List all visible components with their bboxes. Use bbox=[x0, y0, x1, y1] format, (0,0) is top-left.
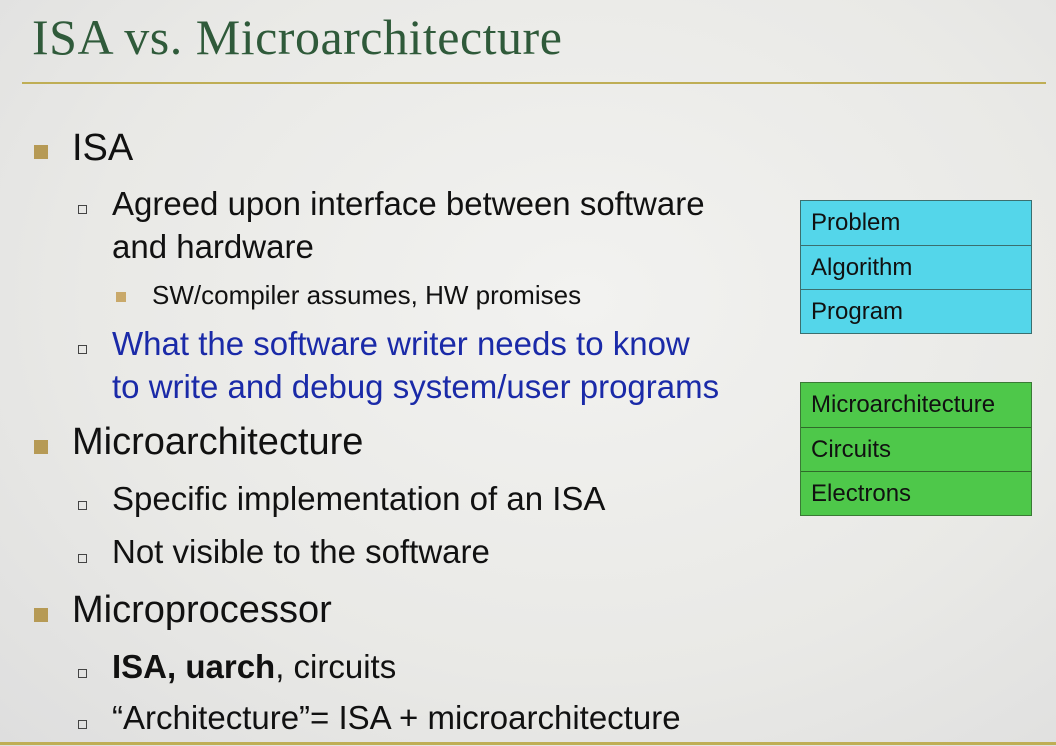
title-divider bbox=[22, 82, 1046, 84]
slide-title: ISA vs. Microarchitecture bbox=[32, 9, 563, 65]
isa-point-2-line-1: What the software writer needs to know bbox=[112, 325, 690, 362]
bullet-hollow-square-icon bbox=[78, 554, 87, 563]
stack-cell-program: Program bbox=[801, 289, 1031, 333]
isa-subpoint-1: SW/compiler assumes, HW promises bbox=[152, 280, 582, 310]
bullet-square-icon bbox=[34, 608, 48, 622]
footer-divider bbox=[0, 742, 1056, 745]
microprocessor-point-1: ISA, uarch, circuits bbox=[112, 648, 396, 686]
bullet-hollow-square-icon bbox=[78, 669, 87, 678]
bullet-hollow-square-icon bbox=[78, 345, 87, 354]
isa-point-1-line-2: and hardware bbox=[112, 228, 314, 265]
bullet-hollow-square-icon bbox=[78, 205, 87, 214]
bullet-square-icon bbox=[34, 145, 48, 159]
bullet-small-square-icon bbox=[116, 292, 126, 302]
abstraction-stack-top: Problem Algorithm Program bbox=[800, 200, 1032, 334]
isa-point-2-line-2: to write and debug system/user programs bbox=[112, 368, 720, 405]
heading-microprocessor: Microprocessor bbox=[72, 589, 332, 631]
microarch-point-1: Specific implementation of an ISA bbox=[112, 480, 606, 517]
stack-cell-problem: Problem bbox=[811, 209, 901, 236]
stack-cell-microarchitecture: Microarchitecture bbox=[811, 391, 996, 418]
bullet-hollow-square-icon bbox=[78, 501, 87, 510]
heading-isa: ISA bbox=[72, 127, 134, 169]
microprocessor-point-1-rest: , circuits bbox=[275, 648, 397, 685]
stack-cell-electrons: Electrons bbox=[801, 471, 1031, 515]
stack-cell-circuits: Circuits bbox=[801, 427, 1031, 471]
microarch-point-2: Not visible to the software bbox=[112, 533, 490, 570]
microprocessor-point-2: “Architecture”= ISA + microarchitecture bbox=[112, 699, 681, 736]
heading-microarchitecture: Microarchitecture bbox=[72, 421, 364, 463]
bullet-hollow-square-icon bbox=[78, 720, 87, 729]
abstraction-stack-bottom: Microarchitecture Circuits Electrons bbox=[800, 382, 1032, 516]
bullet-square-icon bbox=[34, 440, 48, 454]
stack-cell-algorithm: Algorithm bbox=[801, 245, 1031, 289]
microprocessor-point-1-bold: ISA, uarch bbox=[112, 648, 276, 685]
isa-point-1-line-1: Agreed upon interface between software bbox=[112, 185, 705, 222]
